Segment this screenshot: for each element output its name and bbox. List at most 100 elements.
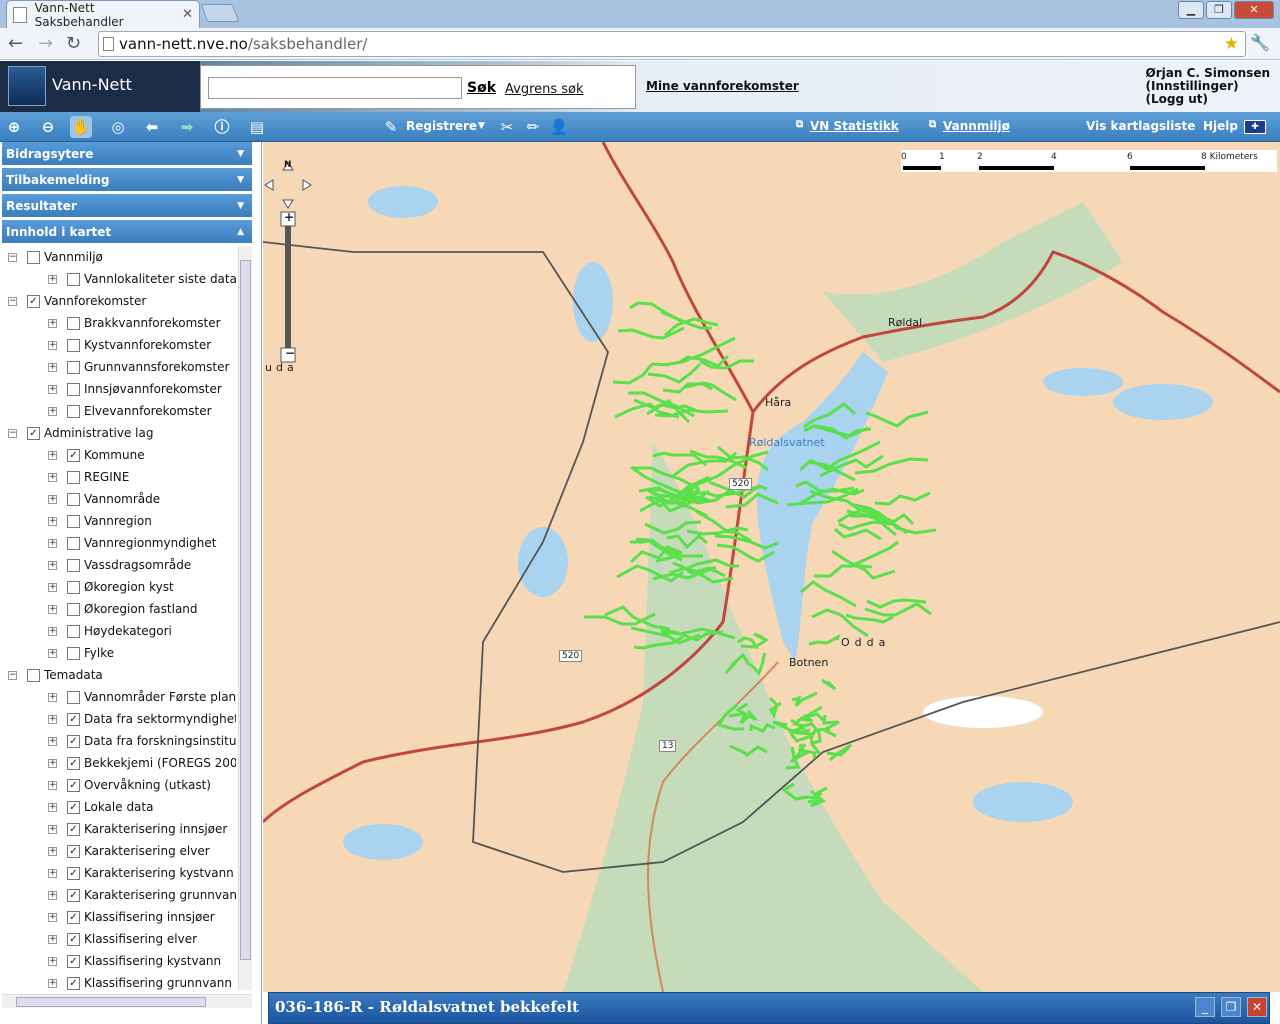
expand-icon[interactable]: + (48, 956, 57, 966)
vannmiljo-link[interactable]: Vannmiljø (943, 119, 1010, 133)
layer-checkbox[interactable]: ✓ (67, 954, 80, 968)
layer-checkbox[interactable]: ✓ (67, 866, 80, 880)
scroll-thumb[interactable] (240, 260, 251, 960)
info-icon[interactable]: ⓘ (211, 116, 233, 138)
expand-icon[interactable]: + (48, 340, 57, 350)
layer-checkbox[interactable]: ✓ (67, 888, 80, 902)
layer-tree-item[interactable]: + Vannlokaliteter siste data (48, 268, 236, 290)
expand-icon[interactable]: + (48, 384, 57, 394)
layer-checkbox[interactable]: ✓ (67, 756, 80, 770)
expand-icon[interactable]: + (48, 868, 57, 878)
collapse-icon[interactable]: − (8, 670, 17, 680)
layer-tree-item[interactable]: + Vannregion (48, 510, 152, 532)
expand-icon[interactable]: + (48, 780, 57, 790)
my-waterbodies-link[interactable]: Mine vannforekomster (646, 79, 799, 93)
layer-tree-item[interactable]: + ✓ Karakterisering elver (48, 840, 210, 862)
layer-tree-item[interactable]: + ✓ Overvåkning (utkast) (48, 774, 211, 796)
expand-icon[interactable]: + (48, 560, 57, 570)
map-view[interactable]: N + − 0 1 2 4 6 8 Kilometers Røldal Håra… (263, 142, 1280, 992)
expand-icon[interactable]: + (48, 692, 57, 702)
expand-icon[interactable]: + (48, 494, 57, 504)
expand-icon[interactable]: + (48, 912, 57, 922)
layer-checkbox[interactable] (67, 624, 80, 638)
layer-tree-item[interactable]: + ✓ Karakterisering grunnvann (48, 884, 236, 906)
layer-checkbox[interactable] (67, 492, 80, 506)
layer-checkbox[interactable]: ✓ (27, 426, 40, 440)
english-flag-icon[interactable]: ✚ (1244, 120, 1266, 134)
layer-checkbox[interactable] (67, 602, 80, 616)
expand-icon[interactable]: + (48, 538, 57, 548)
forward-icon[interactable]: → (38, 33, 53, 54)
tree-vertical-scrollbar[interactable] (238, 246, 252, 990)
layer-checkbox[interactable]: ✓ (27, 294, 40, 308)
register-menu[interactable]: Registrere (406, 119, 477, 133)
layer-tree-item[interactable]: + Innsjøvannforekomster (48, 378, 222, 400)
expand-icon[interactable]: + (48, 626, 57, 636)
add-user-icon[interactable]: 👤 (548, 116, 570, 138)
previous-extent-icon[interactable]: ⬅ (141, 116, 163, 138)
expand-icon[interactable]: + (48, 714, 57, 724)
layer-checkbox[interactable] (67, 338, 80, 352)
measure-icon[interactable]: ▤ (246, 116, 268, 138)
layer-checkbox[interactable] (67, 514, 80, 528)
layer-tree-item[interactable]: + Vannområder Første planfa (48, 686, 236, 708)
layer-tree-item[interactable]: + ✓ Klassifisering elver (48, 928, 197, 950)
layer-checkbox[interactable] (67, 536, 80, 550)
layer-checkbox[interactable]: ✓ (67, 712, 80, 726)
layer-checkbox[interactable] (67, 360, 80, 374)
zoom-in-icon[interactable]: ⊕ (3, 116, 25, 138)
collapse-icon[interactable]: − (8, 428, 17, 438)
layer-checkbox[interactable]: ✓ (67, 734, 80, 748)
layer-tree-item[interactable]: + Fylke (48, 642, 114, 664)
draw-pen-icon[interactable]: ✏ (522, 116, 544, 138)
scroll-thumb[interactable] (16, 997, 206, 1007)
layer-tree-item[interactable]: + ✓ Klassifisering innsjøer (48, 906, 215, 928)
select-tool-icon[interactable]: ✂ (496, 116, 518, 138)
panel-minimize-button[interactable]: _ (1195, 997, 1215, 1017)
layer-tree-item[interactable]: + REGINE (48, 466, 129, 488)
expand-icon[interactable]: + (48, 934, 57, 944)
collapse-icon[interactable]: − (8, 252, 17, 262)
layer-checkbox[interactable] (27, 668, 40, 682)
layer-checkbox[interactable]: ✓ (67, 932, 80, 946)
layer-tree-item[interactable]: + Brakkvannforekomster (48, 312, 221, 334)
close-tab-icon[interactable]: ✕ (182, 7, 193, 22)
layer-checkbox[interactable]: ✓ (67, 844, 80, 858)
expand-icon[interactable]: + (48, 890, 57, 900)
layer-checkbox[interactable]: ✓ (67, 910, 80, 924)
next-extent-icon[interactable]: ➡ (176, 116, 198, 138)
layer-tree-item[interactable]: + ✓ Data fra sektormyndighete (48, 708, 236, 730)
layer-tree-item[interactable]: + ✓ Karakterisering innsjøer (48, 818, 227, 840)
expand-icon[interactable]: + (48, 318, 57, 328)
vn-statistikk-link[interactable]: VN Statistikk (810, 119, 899, 133)
layer-checkbox[interactable] (67, 316, 80, 330)
layer-checkbox[interactable]: ✓ (67, 778, 80, 792)
panel-restore-button[interactable]: ❐ (1221, 997, 1241, 1017)
search-button[interactable]: Søk (467, 80, 496, 96)
expand-icon[interactable]: + (48, 846, 57, 856)
section-resultater[interactable]: Resultater ▼ (2, 194, 252, 218)
expand-icon[interactable]: + (48, 582, 57, 592)
tree-horizontal-scrollbar[interactable] (2, 994, 252, 1008)
full-extent-icon[interactable]: ◎ (107, 116, 129, 138)
help-link[interactable]: Hjelp (1203, 119, 1238, 133)
layer-tree-item[interactable]: + ✓ Bekkekjemi (FOREGS 2008 (48, 752, 236, 774)
browser-tab[interactable]: Vann-Nett Saksbehandler ✕ (6, 0, 200, 29)
layer-checkbox[interactable] (67, 470, 80, 484)
minimize-button[interactable]: ▁ (1178, 1, 1204, 19)
layer-tree-item[interactable]: + Økoregion fastland (48, 598, 198, 620)
wrench-icon[interactable]: 🔧 (1250, 33, 1270, 52)
layer-tree-item[interactable]: + ✓ Karakterisering kystvann (48, 862, 234, 884)
zoom-in-map-icon[interactable]: + (284, 210, 294, 224)
panel-close-button[interactable]: ✕ (1247, 997, 1267, 1017)
layer-checkbox[interactable] (67, 272, 80, 286)
collapse-icon[interactable]: − (8, 296, 17, 306)
layer-tree-item[interactable]: − Vannmiljø (8, 246, 103, 268)
bookmark-star-icon[interactable]: ★ (1224, 32, 1239, 56)
zoom-out-icon[interactable]: ⊖ (37, 116, 59, 138)
layer-checkbox[interactable]: ✓ (67, 448, 80, 462)
search-input[interactable] (208, 77, 462, 99)
expand-icon[interactable]: + (48, 978, 57, 988)
maximize-button[interactable]: ❐ (1206, 1, 1232, 19)
layer-tree-item[interactable]: + Elvevannforekomster (48, 400, 212, 422)
